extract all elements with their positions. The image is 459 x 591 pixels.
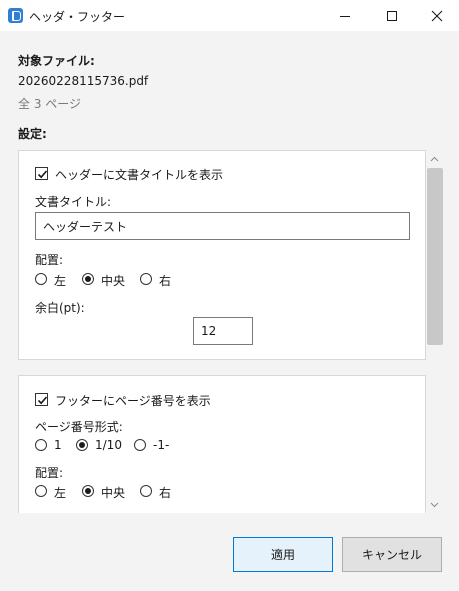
chevron-down-icon	[430, 502, 439, 507]
header-title-checkbox[interactable]	[35, 167, 48, 180]
minimize-icon	[340, 15, 350, 17]
header-settings-panel: ヘッダーに文書タイトルを表示 文書タイトル: ヘッダーテスト 配置: 左 中央 …	[18, 150, 426, 360]
scroll-thumb[interactable]	[427, 168, 443, 345]
format-1-label[interactable]: 1	[54, 438, 62, 452]
format-1of10-label[interactable]: 1/10	[95, 438, 122, 452]
settings-scroll-area[interactable]: ヘッダーに文書タイトルを表示 文書タイトル: ヘッダーテスト 配置: 左 中央 …	[18, 150, 443, 513]
header-align-center-radio[interactable]	[82, 273, 94, 285]
header-align-left-radio[interactable]	[35, 273, 47, 285]
format-dash-label[interactable]: -1-	[153, 438, 169, 452]
margin-label: 余白(pt):	[35, 301, 85, 315]
target-file-heading: 対象ファイル:	[18, 54, 95, 68]
maximize-icon	[387, 10, 397, 21]
margin-value: 12	[201, 324, 217, 338]
header-title-checkbox-label[interactable]: ヘッダーに文書タイトルを表示	[55, 166, 223, 183]
footer-settings-panel: フッターにページ番号を表示 ページ番号形式: 1 1/10 -1- 配置: 左 …	[18, 375, 426, 513]
format-dash-radio[interactable]	[134, 439, 146, 451]
page-count: 全 3 ページ	[18, 97, 82, 111]
document-title-label: 文書タイトル:	[35, 195, 112, 209]
header-align-left-label[interactable]: 左	[54, 272, 66, 289]
footer-align-right-label[interactable]: 右	[159, 484, 171, 501]
close-button[interactable]	[414, 0, 459, 31]
vertical-scrollbar[interactable]	[426, 150, 443, 513]
maximize-button[interactable]	[369, 0, 415, 31]
close-icon	[431, 10, 443, 21]
footer-align-right-radio[interactable]	[140, 485, 152, 497]
footer-page-number-checkbox-label[interactable]: フッターにページ番号を表示	[55, 392, 211, 409]
format-1-radio[interactable]	[35, 439, 47, 451]
check-icon	[37, 396, 48, 405]
cancel-button-label: キャンセル	[361, 548, 422, 562]
app-icon	[8, 8, 23, 23]
header-align-label: 配置:	[35, 253, 64, 267]
margin-input[interactable]: 12	[193, 317, 253, 345]
scroll-up-button[interactable]	[426, 150, 443, 167]
window-title: ヘッダ・フッター	[29, 10, 126, 24]
document-title-input[interactable]: ヘッダーテスト	[35, 212, 410, 240]
settings-heading: 設定:	[18, 127, 47, 141]
footer-align-label: 配置:	[35, 466, 64, 480]
header-align-right-radio[interactable]	[140, 273, 152, 285]
header-align-right-label[interactable]: 右	[159, 272, 171, 289]
footer-align-center-label[interactable]: 中央	[101, 484, 125, 501]
chevron-up-icon	[430, 156, 439, 161]
minimize-button[interactable]	[322, 0, 368, 31]
footer-align-left-radio[interactable]	[35, 485, 47, 497]
format-1of10-radio[interactable]	[76, 439, 88, 451]
title-bar: ヘッダ・フッター	[0, 0, 459, 31]
check-icon	[37, 170, 48, 179]
header-align-center-label[interactable]: 中央	[101, 272, 125, 289]
footer-page-number-checkbox[interactable]	[35, 393, 48, 406]
page-number-format-label: ページ番号形式:	[35, 420, 123, 434]
target-filename: 20260228115736.pdf	[18, 74, 149, 88]
apply-button-label: 適用	[270, 548, 295, 562]
document-title-value: ヘッダーテスト	[43, 219, 128, 234]
apply-button[interactable]: 適用	[233, 537, 333, 572]
scroll-down-button[interactable]	[426, 496, 443, 513]
footer-align-left-label[interactable]: 左	[54, 484, 66, 501]
footer-align-center-radio[interactable]	[82, 485, 94, 497]
cancel-button[interactable]: キャンセル	[342, 537, 442, 572]
